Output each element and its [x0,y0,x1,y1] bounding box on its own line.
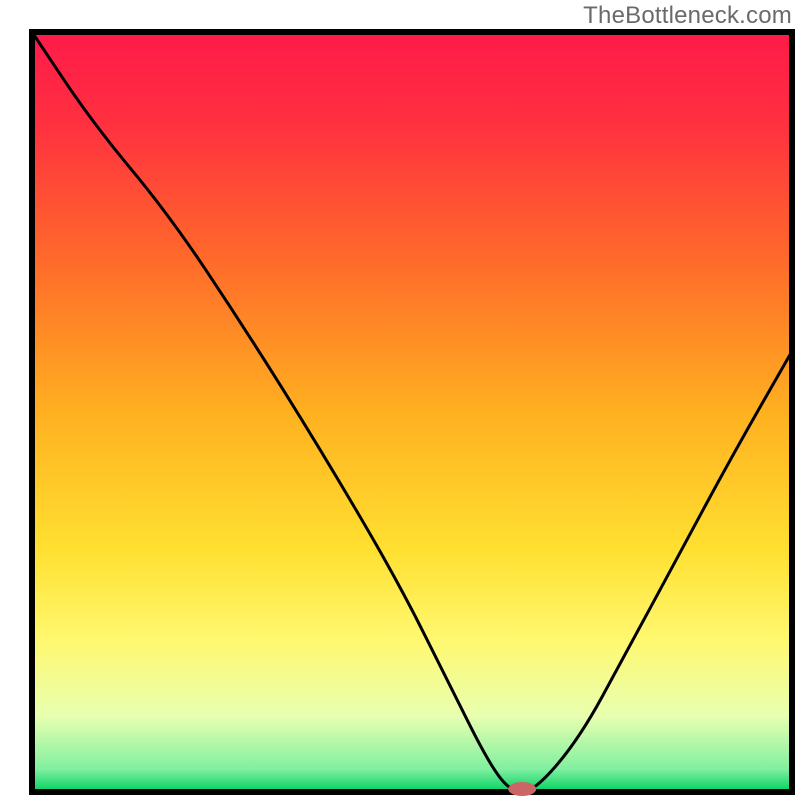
gradient-background [32,32,792,792]
optimal-marker [508,782,536,796]
watermark-text: TheBottleneck.com [583,2,792,30]
chart-svg [0,0,800,800]
bottleneck-chart: TheBottleneck.com [0,0,800,800]
